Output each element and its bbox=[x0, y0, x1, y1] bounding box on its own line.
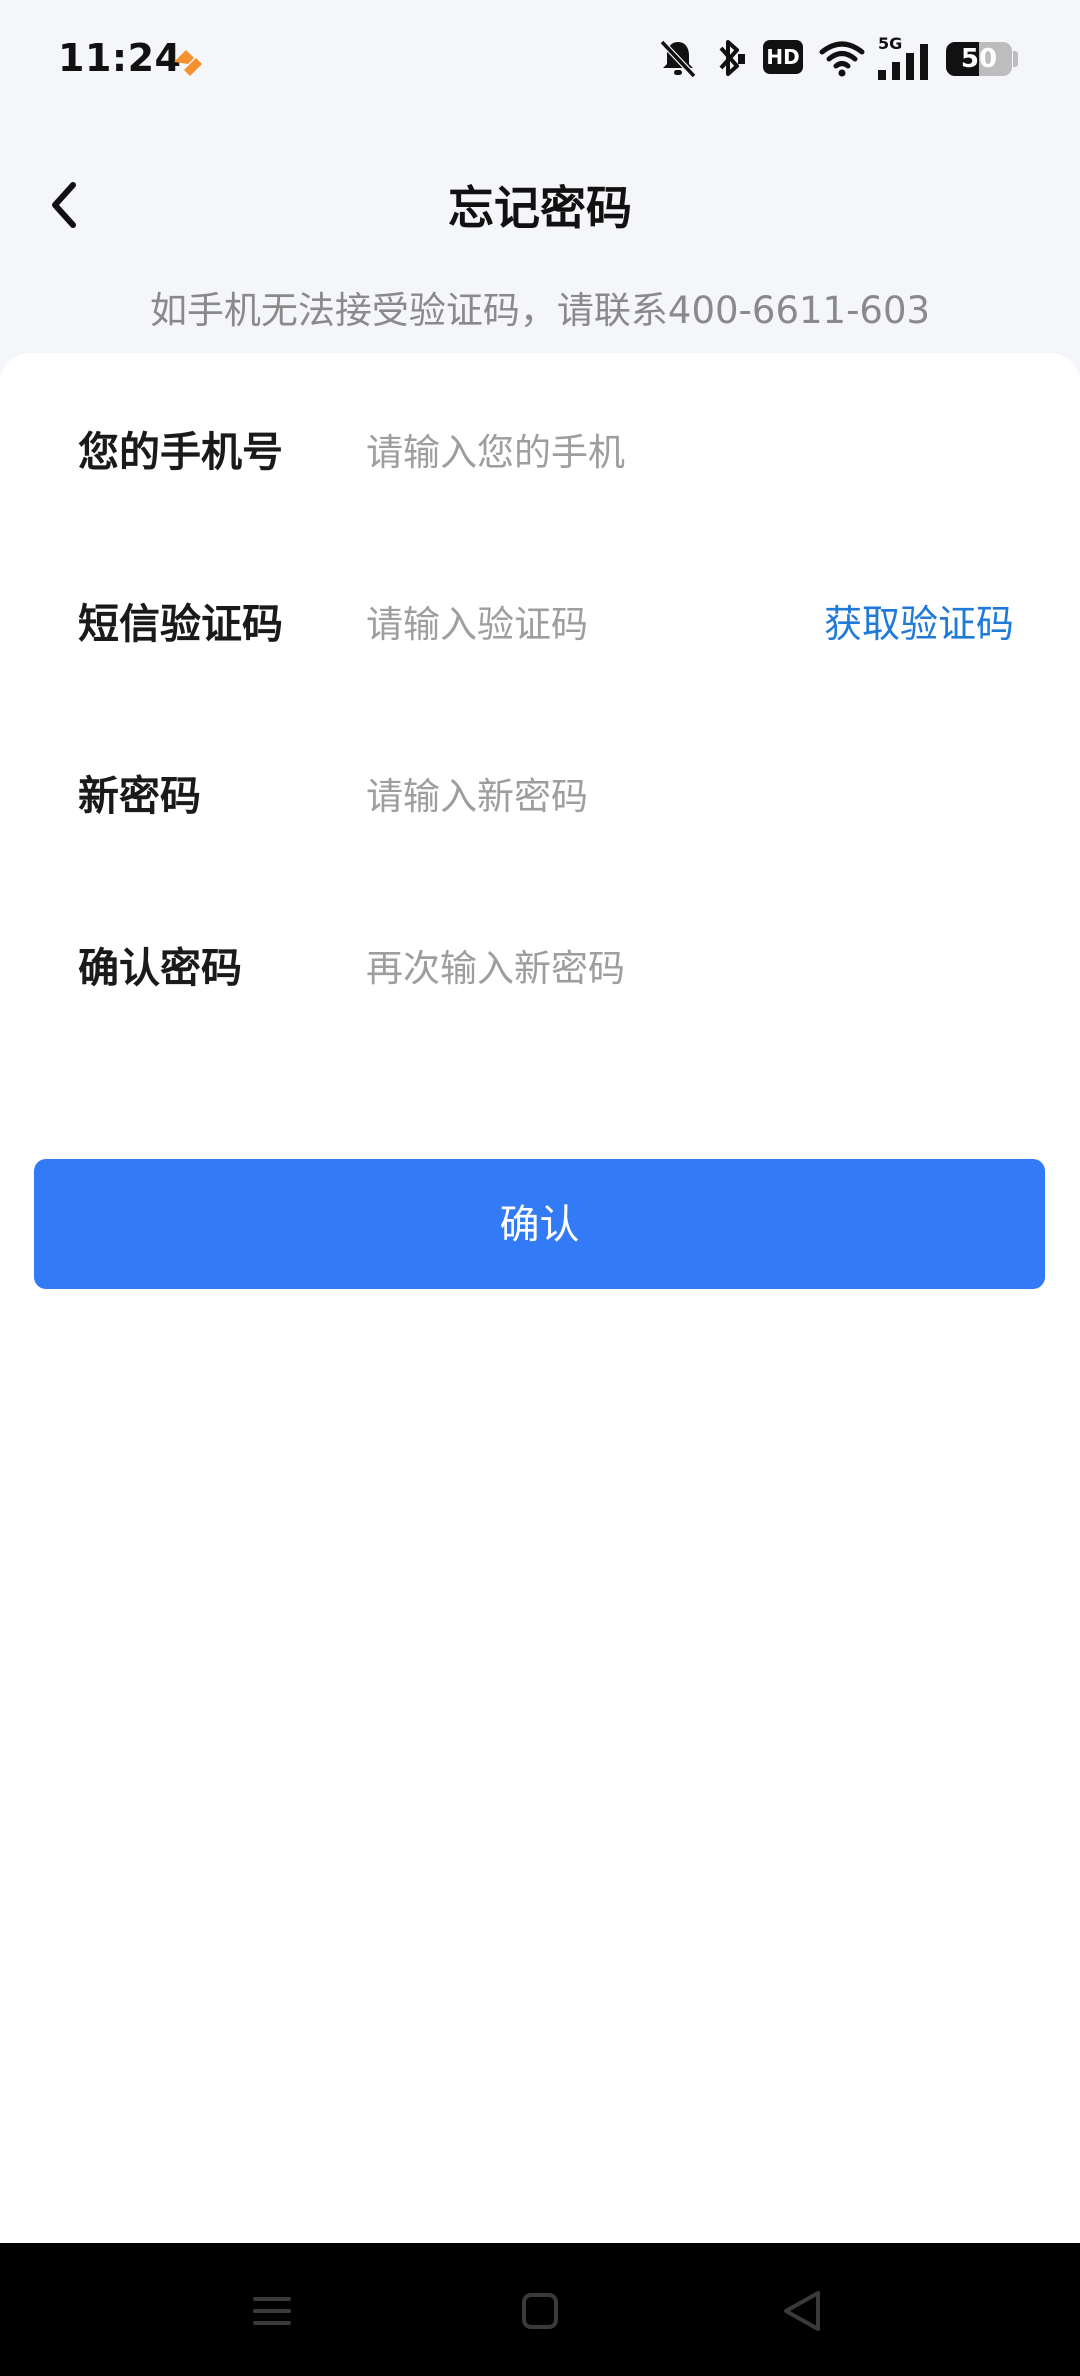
new-password-label: 新密码 bbox=[78, 772, 201, 820]
battery-level: 50 bbox=[960, 44, 998, 74]
signal-5g-icon: 5G bbox=[876, 34, 932, 80]
back-nav-button[interactable] bbox=[774, 2283, 830, 2339]
hd-badge-text: HD bbox=[766, 45, 800, 69]
page-title: 忘记密码 bbox=[448, 181, 632, 235]
support-notice: 如手机无法接受验证码，请联系400-6611-603 bbox=[149, 289, 931, 332]
sms-code-input[interactable] bbox=[366, 598, 786, 650]
phone-row: 您的手机号 bbox=[0, 392, 1080, 512]
get-code-button[interactable]: 获取验证码 bbox=[824, 564, 1014, 684]
battery-tip bbox=[1013, 51, 1018, 67]
confirm-button[interactable]: 确认 bbox=[34, 1159, 1045, 1289]
form-card: 您的手机号 短信验证码 获取验证码 新密码 确认密码 bbox=[0, 353, 1080, 2243]
status-time: 11:24 bbox=[58, 36, 182, 80]
phone-label: 您的手机号 bbox=[78, 428, 283, 476]
back-triangle-icon bbox=[784, 2291, 820, 2331]
new-password-row: 新密码 bbox=[0, 736, 1080, 856]
sms-code-label: 短信验证码 bbox=[78, 600, 283, 648]
confirm-password-label: 确认密码 bbox=[78, 944, 242, 992]
menu-icon bbox=[253, 2297, 291, 2325]
home-button[interactable] bbox=[512, 2283, 568, 2339]
battery-icon: 50 bbox=[946, 42, 1012, 76]
menu-button[interactable] bbox=[244, 2283, 300, 2339]
sms-code-row: 短信验证码 获取验证码 bbox=[0, 564, 1080, 684]
bluetooth-icon bbox=[719, 40, 745, 76]
home-icon bbox=[522, 2293, 558, 2329]
status-bar: 11:24 HD 5G 50 bbox=[0, 0, 1080, 120]
new-password-input[interactable] bbox=[366, 770, 786, 822]
system-nav-bar bbox=[0, 2243, 1080, 2376]
app-notification-icon bbox=[174, 50, 202, 76]
header: 忘记密码 bbox=[0, 150, 1080, 260]
confirm-password-input[interactable] bbox=[366, 942, 786, 994]
wifi-icon bbox=[819, 41, 865, 77]
mute-bell-icon bbox=[659, 39, 697, 79]
hd-icon: HD bbox=[763, 40, 803, 74]
phone-input[interactable] bbox=[366, 426, 786, 478]
confirm-password-row: 确认密码 bbox=[0, 908, 1080, 1028]
